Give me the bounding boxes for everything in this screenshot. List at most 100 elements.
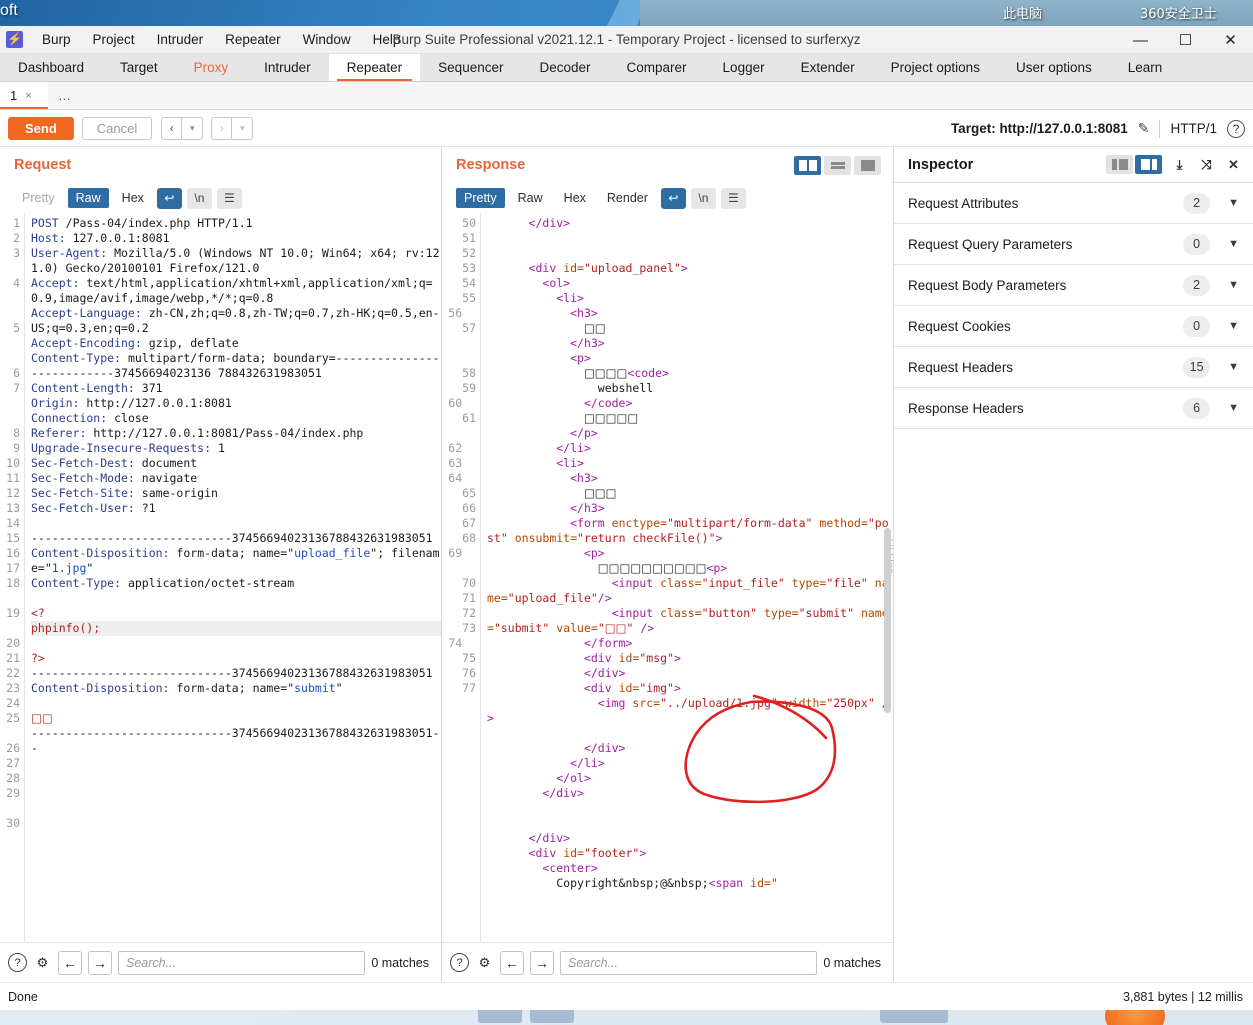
help-icon[interactable]: ? [1227, 119, 1245, 138]
chevron-down-icon[interactable]: ▼ [1228, 402, 1239, 414]
response-pane-title: Response [442, 147, 893, 183]
response-view-raw[interactable]: Raw [510, 188, 551, 208]
response-match-count: 0 matches [823, 955, 881, 970]
request-editor[interactable]: 1 2 3 4 5 6 7 8 9 10 11 12 13 14 15 16 1… [0, 213, 441, 942]
burp-logo-icon [6, 30, 23, 49]
request-match-count: 0 matches [371, 955, 429, 970]
request-newline-icon[interactable]: \n [186, 187, 212, 209]
split-horizontal-layout-button[interactable] [824, 156, 851, 175]
menu-item-burp[interactable]: Burp [31, 26, 82, 54]
response-search-help-icon[interactable]: ? [450, 953, 469, 972]
menu-item-window[interactable]: Window [292, 26, 362, 54]
inspector-dock-right-icon[interactable] [1135, 155, 1162, 174]
single-pane-layout-button[interactable] [854, 156, 881, 175]
request-word-wrap-icon[interactable]: ↩ [156, 187, 182, 209]
back-dropdown-icon[interactable]: ▾ [182, 116, 204, 140]
tab-logger[interactable]: Logger [705, 54, 783, 81]
inspector-row-request-body-parameters[interactable]: Request Body Parameters 2 ▼ [894, 265, 1253, 306]
inspector-row-request-query-parameters[interactable]: Request Query Parameters 0 ▼ [894, 224, 1253, 265]
inspector-header: Inspector ⤓ ⤨ ✕ [894, 147, 1253, 183]
tab-proxy[interactable]: Proxy [176, 54, 247, 81]
response-search-next-button[interactable]: → [530, 950, 554, 975]
response-editor[interactable]: 50 51 52 53 54 55 56 57 58 59 60 61 62 6… [442, 213, 893, 942]
request-search-next-button[interactable]: → [88, 950, 112, 975]
tab-extender[interactable]: Extender [783, 54, 873, 81]
inspector-row-response-headers[interactable]: Response Headers 6 ▼ [894, 388, 1253, 429]
repeater-tab-close-icon[interactable]: × [25, 90, 31, 102]
tab-learn[interactable]: Learn [1110, 54, 1181, 81]
desktop-icon-360-security-guard[interactable]: 360安全卫士 [1140, 3, 1217, 22]
menu-item-intruder[interactable]: Intruder [146, 26, 215, 54]
chevron-down-icon[interactable]: ▼ [1228, 197, 1239, 209]
chevron-down-icon[interactable]: ▼ [1228, 238, 1239, 250]
maximize-button[interactable]: ☐ [1163, 26, 1208, 54]
response-view-pretty[interactable]: Pretty [456, 188, 505, 208]
tab-dashboard[interactable]: Dashboard [0, 54, 102, 81]
response-scrollbar-thumb[interactable] [884, 528, 891, 713]
inspector-row-request-attributes[interactable]: Request Attributes 2 ▼ [894, 183, 1253, 224]
response-search-input[interactable] [560, 950, 818, 975]
tab-intruder[interactable]: Intruder [246, 54, 329, 81]
response-view-render[interactable]: Render [599, 188, 656, 208]
response-search-settings-icon[interactable]: ⚙ [475, 953, 494, 972]
request-view-raw[interactable]: Raw [67, 188, 109, 208]
forward-nav-group: › ▾ [211, 116, 254, 140]
response-menu-icon[interactable]: ☰ [720, 187, 746, 209]
split-vertical-layout-button[interactable] [794, 156, 821, 175]
tab-sequencer[interactable]: Sequencer [420, 54, 521, 81]
forward-button[interactable]: › [211, 116, 233, 140]
inspector-row-request-cookies[interactable]: Request Cookies 0 ▼ [894, 306, 1253, 347]
chevron-down-icon[interactable]: ▼ [1228, 320, 1239, 332]
cancel-button[interactable]: Cancel [81, 116, 153, 140]
desktop-left-label: oft [0, 2, 18, 19]
inspector-row-label: Request Attributes [908, 195, 1019, 211]
minimize-button[interactable]: — [1118, 26, 1163, 54]
response-newline-icon[interactable]: \n [690, 187, 716, 209]
repeater-tab-new[interactable]: … [48, 82, 96, 109]
chevron-down-icon[interactable]: ▼ [1228, 279, 1239, 291]
tab-project-options[interactable]: Project options [873, 54, 998, 81]
inspector-dock-left-icon[interactable] [1106, 155, 1133, 174]
tab-comparer[interactable]: Comparer [609, 54, 705, 81]
request-menu-icon[interactable]: ☰ [216, 187, 242, 209]
request-view-hex[interactable]: Hex [114, 188, 152, 208]
target-label: Target: http://127.0.0.1:8081 [950, 121, 1128, 136]
response-code[interactable]: </div> <div id="upload_panel"> <ol> <li>… [480, 213, 893, 942]
response-view-hex[interactable]: Hex [556, 188, 594, 208]
response-search-bar: ? ⚙ ← → 0 matches [442, 942, 893, 982]
desktop-icon-this-pc[interactable]: 此电脑 [1003, 3, 1042, 22]
menu-item-help[interactable]: Help [362, 26, 412, 54]
tab-target[interactable]: Target [102, 54, 176, 81]
status-bar: Done 3,881 bytes | 12 millis [0, 982, 1253, 1010]
request-search-prev-button[interactable]: ← [58, 950, 82, 975]
request-pane: Request Pretty Raw Hex ↩ \n ☰ 1 2 3 4 5 … [0, 147, 442, 982]
inspector-row-count: 15 [1183, 356, 1211, 378]
collapse-all-icon[interactable]: ⤓ [1170, 155, 1189, 174]
request-search-input[interactable] [118, 950, 366, 975]
inspector-row-label: Request Cookies [908, 318, 1011, 334]
response-word-wrap-icon[interactable]: ↩ [660, 187, 686, 209]
tab-user-options[interactable]: User options [998, 54, 1110, 81]
request-search-settings-icon[interactable]: ⚙ [33, 953, 52, 972]
tab-decoder[interactable]: Decoder [521, 54, 608, 81]
inspector-row-request-headers[interactable]: Request Headers 15 ▼ [894, 347, 1253, 388]
edit-target-icon[interactable]: ✎ [1138, 120, 1150, 137]
menu-item-repeater[interactable]: Repeater [214, 26, 292, 54]
close-button[interactable]: ✕ [1208, 26, 1253, 54]
expand-all-icon[interactable]: ⤨ [1197, 155, 1216, 174]
repeater-tab-1[interactable]: 1 × [0, 82, 48, 109]
menu-item-project[interactable]: Project [82, 26, 146, 54]
chevron-down-icon[interactable]: ▼ [1228, 361, 1239, 373]
close-inspector-icon[interactable]: ✕ [1224, 155, 1243, 174]
request-pane-title: Request [14, 157, 72, 173]
send-button[interactable]: Send [8, 116, 74, 140]
request-search-help-icon[interactable]: ? [8, 953, 27, 972]
request-view-pretty[interactable]: Pretty [14, 188, 63, 208]
protocol-label[interactable]: HTTP/1 [1170, 121, 1217, 136]
tab-repeater[interactable]: Repeater [328, 54, 421, 81]
request-code[interactable]: POST /Pass-04/index.php HTTP/1.1 Host: 1… [24, 213, 441, 942]
back-button[interactable]: ‹ [161, 116, 183, 140]
inspector-row-count: 2 [1183, 192, 1211, 214]
forward-dropdown-icon[interactable]: ▾ [232, 116, 254, 140]
response-search-prev-button[interactable]: ← [500, 950, 524, 975]
